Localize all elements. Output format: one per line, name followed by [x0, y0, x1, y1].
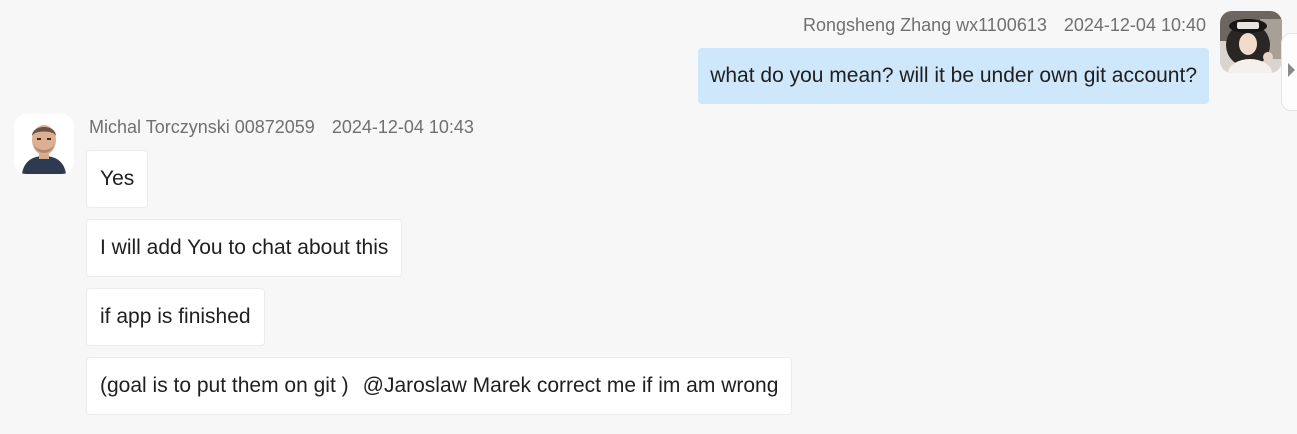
avatar-incoming[interactable]	[14, 114, 74, 174]
message-bubble-incoming[interactable]: I will add You to chat about this	[86, 219, 403, 277]
sender-name[interactable]: Rongsheng Zhang wx1100613	[803, 15, 1047, 35]
message-header-outgoing: Rongsheng Zhang wx1100613 2024-12-04 10:…	[803, 15, 1206, 36]
avatar-outgoing[interactable]	[1220, 11, 1282, 73]
message-bubble-incoming[interactable]: (goal is to put them on git ) @Jaroslaw M…	[86, 357, 793, 415]
man-portrait-avatar-icon	[14, 114, 74, 174]
message-bubble-incoming[interactable]: Yes	[86, 150, 149, 208]
message-bubble-incoming[interactable]: if app is finished	[86, 288, 265, 346]
message-timestamp: 2024-12-04 10:40	[1063, 15, 1206, 35]
chevron-right-icon[interactable]	[1288, 63, 1295, 77]
message-text: (goal is to put them on git )	[100, 374, 349, 397]
sender-name[interactable]: Michal Torczynski 00872059	[89, 117, 315, 137]
message-header-incoming: Michal Torczynski 00872059 2024-12-04 10…	[89, 117, 474, 138]
message-timestamp: 2024-12-04 10:43	[331, 117, 474, 137]
chat-message-list: Rongsheng Zhang wx1100613 2024-12-04 10:…	[0, 0, 1297, 434]
woman-with-hat-avatar-icon	[1220, 11, 1282, 73]
message-bubble-outgoing[interactable]: what do you mean? will it be under own g…	[698, 48, 1209, 104]
mention-text[interactable]: @Jaroslaw Marek correct me if im am wron…	[363, 374, 779, 397]
